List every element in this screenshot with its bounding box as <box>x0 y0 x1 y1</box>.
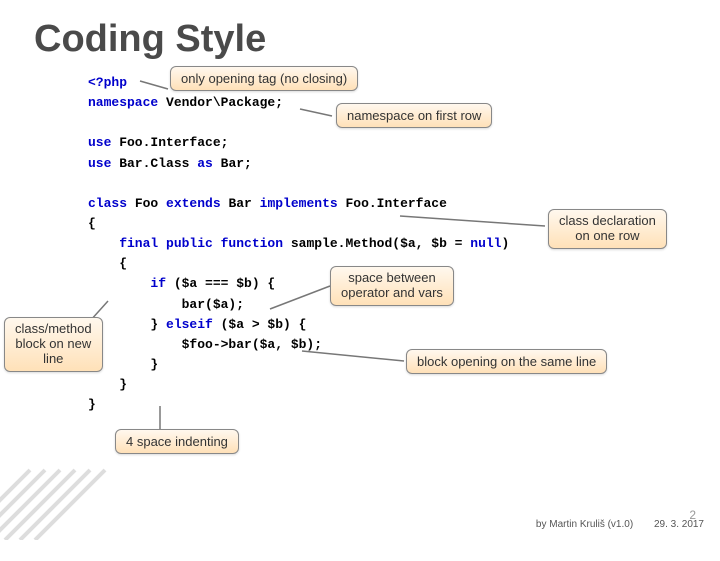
code-token: extends <box>166 196 221 211</box>
code-token: final public function <box>88 236 283 251</box>
code-token: use <box>88 135 111 150</box>
callout-space-operator: space between operator and vars <box>330 266 454 306</box>
code-token: null <box>470 236 501 251</box>
code-token: ($a > $b) { <box>213 317 307 332</box>
footer-date: 29. 3. 2017 <box>654 519 704 530</box>
slide-title: Coding Style <box>0 0 720 61</box>
code-token: } <box>88 397 96 412</box>
code-token: { <box>88 256 127 271</box>
code-token: Bar <box>221 196 260 211</box>
code-token: ) <box>502 236 510 251</box>
code-token: $foo->bar($a, $b); <box>88 337 322 352</box>
code-token: <?php <box>88 75 127 90</box>
code-token: Bar.Class <box>111 156 197 171</box>
code-token: as <box>197 156 213 171</box>
code-token: Foo.Interface; <box>111 135 228 150</box>
footer-author: by Martin Kruliš (v1.0) <box>536 519 633 530</box>
code-token: sample.Method($a, $b = <box>283 236 470 251</box>
code-token: Bar; <box>213 156 252 171</box>
callout-opening-tag: only opening tag (no closing) <box>170 66 358 91</box>
code-token: if <box>88 276 166 291</box>
code-token: Foo <box>127 196 166 211</box>
code-token: use <box>88 156 111 171</box>
code-token: { <box>88 216 96 231</box>
code-token: } <box>88 377 127 392</box>
callout-class-declaration: class declaration on one row <box>548 209 667 249</box>
slide-number: 2 <box>689 508 696 522</box>
code-token: bar($a); <box>88 297 244 312</box>
callout-class-method-block: class/method block on new line <box>4 317 103 372</box>
footer: by Martin Kruliš (v1.0) 29. 3. 2017 2 <box>518 519 704 530</box>
code-token: implements <box>260 196 338 211</box>
code-token: Vendor\Package; <box>158 95 283 110</box>
callout-block-same-line: block opening on the same line <box>406 349 607 374</box>
code-token: elseif <box>166 317 213 332</box>
code-token: Foo.Interface <box>338 196 447 211</box>
callout-namespace: namespace on first row <box>336 103 492 128</box>
code-token: class <box>88 196 127 211</box>
corner-hatching-icon <box>0 450 150 540</box>
content-area: <?php namespace Vendor\Package; use Foo.… <box>0 61 720 79</box>
code-token: namespace <box>88 95 158 110</box>
code-token: ($a === $b) { <box>166 276 275 291</box>
